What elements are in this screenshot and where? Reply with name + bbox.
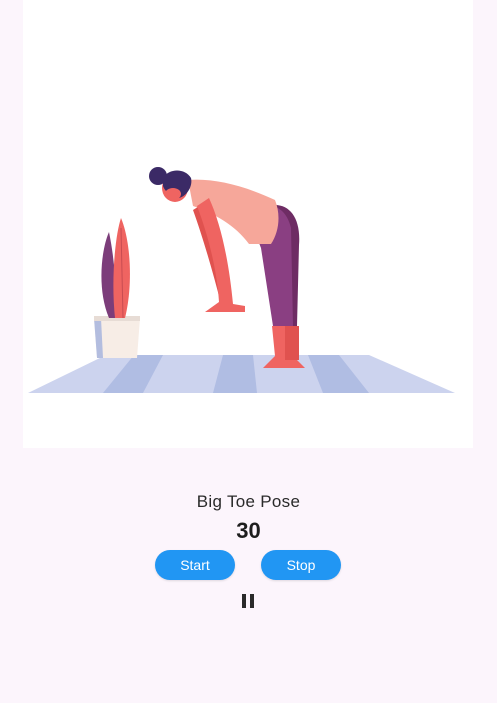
pause-bar xyxy=(242,594,246,608)
yoga-illustration-icon xyxy=(28,167,455,393)
hair-bun xyxy=(149,167,167,185)
pause-icon[interactable] xyxy=(242,594,254,608)
pose-illustration xyxy=(23,0,473,448)
pose-title: Big Toe Pose xyxy=(196,492,301,511)
countdown-timer: 30 xyxy=(236,518,261,543)
pause-bar xyxy=(250,594,254,608)
start-button[interactable]: Start xyxy=(155,550,235,580)
stop-button[interactable]: Stop xyxy=(261,550,341,580)
woman-figure xyxy=(149,167,305,368)
